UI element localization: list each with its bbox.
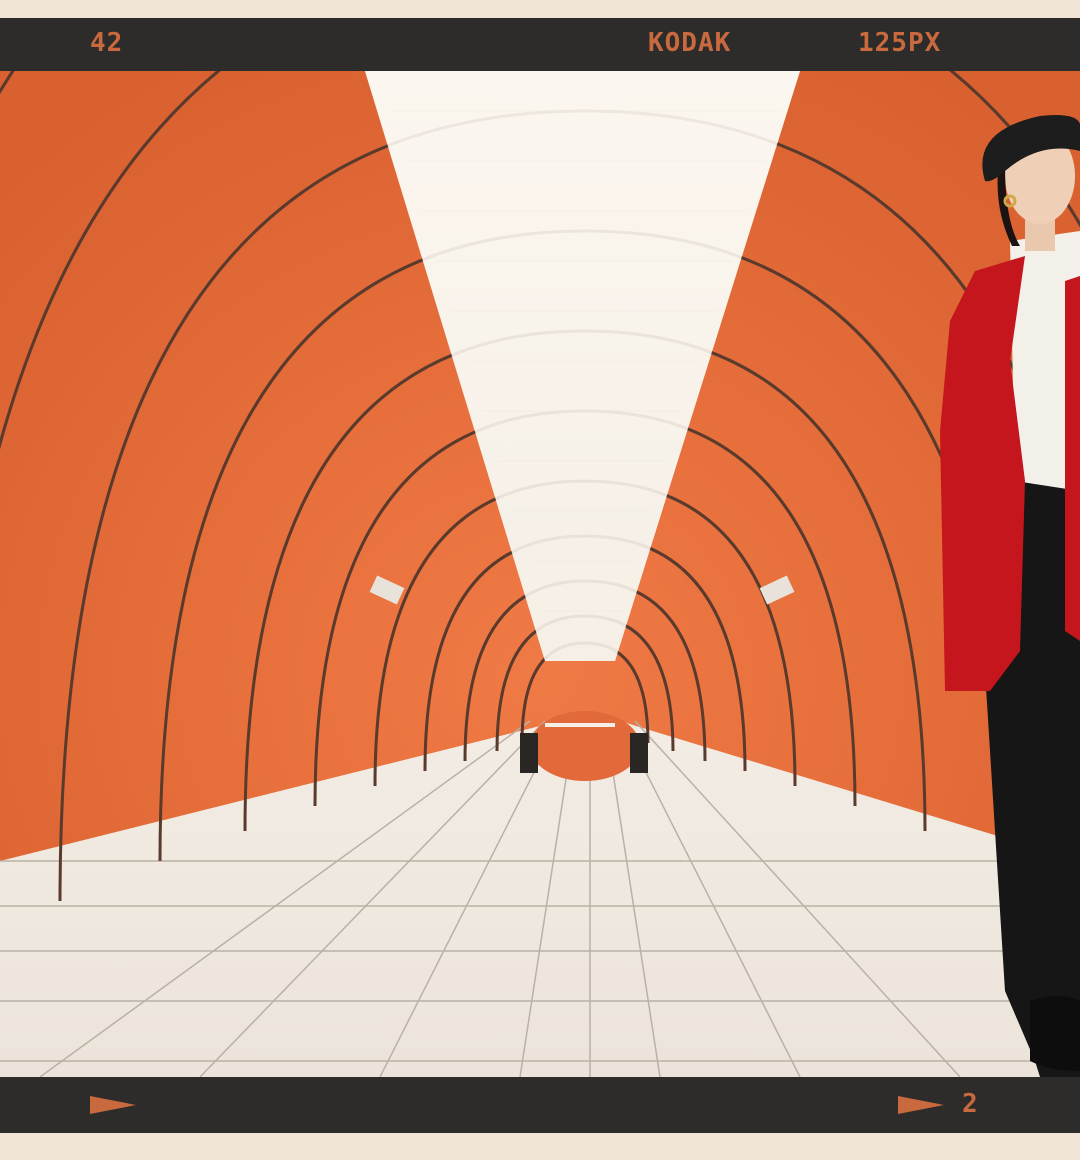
- film-code: 125PX: [858, 28, 942, 58]
- bottom-counter: 2: [962, 1089, 979, 1119]
- film-frame: 42 KODAK 125PX 2: [0, 18, 1080, 1133]
- tunnel-photo: [0, 71, 1080, 1077]
- film-brand: KODAK: [648, 28, 732, 58]
- film-strip-bottom: 2: [0, 1077, 1080, 1133]
- film-arrow-left-icon: [90, 1096, 136, 1114]
- film-arrow-right-icon: [898, 1096, 944, 1114]
- subway-tunnel-scene: [0, 71, 1080, 1077]
- film-strip-top: 42 KODAK 125PX: [0, 18, 1080, 71]
- frame-number: 42: [90, 28, 124, 58]
- tunnel-end: [530, 711, 640, 781]
